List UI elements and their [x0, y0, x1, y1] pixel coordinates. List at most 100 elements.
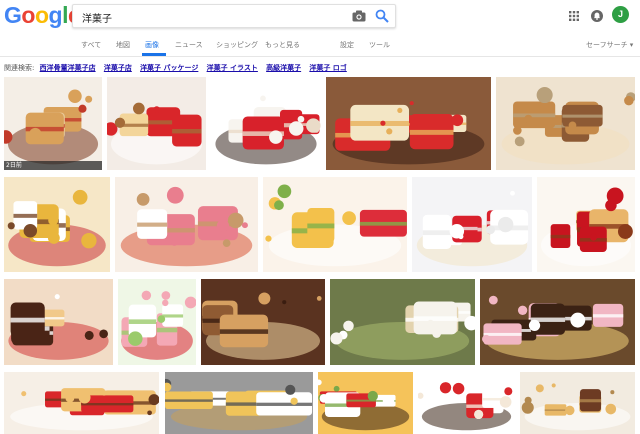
topping-shape [48, 215, 59, 226]
image-thumbnail [10, 388, 159, 431]
topping-shape [514, 136, 525, 147]
topping-shape [319, 393, 329, 403]
image-thumbnail [7, 189, 106, 267]
topping-shape [72, 189, 88, 205]
topping-shape [499, 396, 512, 408]
image-result-donuts[interactable] [480, 279, 635, 365]
topping-shape [241, 222, 248, 229]
tab-all[interactable]: すべて [81, 40, 101, 50]
image-thumbnail [215, 95, 321, 165]
image-result-petit-cakes-many[interactable] [4, 177, 110, 272]
notifications-bell-icon[interactable] [591, 10, 603, 22]
topping-shape [513, 126, 522, 135]
related-chip[interactable]: 洋菓子 ロゴ [309, 64, 346, 72]
topping-shape [47, 231, 60, 244]
pastry-layer [165, 399, 213, 402]
topping-shape [81, 232, 97, 249]
topping-shape [617, 224, 633, 239]
header: Google 洋菓子 J [0, 0, 640, 33]
related-chip[interactable]: 洋菓子 パッケージ [140, 64, 198, 72]
image-result-baked-cookies[interactable] [496, 77, 635, 170]
search-box[interactable]: 洋菓子 [72, 4, 396, 28]
tab-shopping[interactable]: ショッピング [216, 40, 258, 50]
logo-letter: g [48, 2, 63, 28]
tab-news[interactable]: ニュース [175, 40, 203, 50]
image-result-birthday-cake[interactable] [318, 372, 413, 434]
topping-shape [524, 114, 533, 124]
search-input[interactable]: 洋菓子 [82, 10, 112, 25]
tab-maps[interactable]: 地図 [116, 40, 130, 50]
pastry-layer [592, 314, 624, 318]
topping-shape [277, 184, 292, 199]
image-thumbnail [265, 184, 407, 267]
topping-shape [162, 299, 169, 307]
related-chip[interactable]: 高級洋菓子 [266, 64, 301, 72]
safesearch-toggle[interactable]: セーフサーチ ▾ [586, 40, 633, 50]
related-chip[interactable]: 洋菓子 イラスト [207, 64, 258, 72]
image-thumbnail [501, 86, 635, 165]
pastry-layer [128, 319, 157, 324]
topping-shape [570, 312, 586, 328]
image-result-pastry-assortment[interactable]: 2日前 [4, 77, 102, 170]
time-badge: 2日前 [4, 161, 102, 170]
topping-shape [535, 384, 544, 393]
search-icon[interactable] [375, 9, 389, 23]
image-result-roll-cake[interactable] [4, 372, 159, 434]
image-result-strawberry-tart[interactable] [107, 77, 206, 170]
topping-shape [528, 319, 541, 332]
image-thumbnail [540, 187, 633, 267]
topping-shape [449, 224, 465, 239]
image-result-chocolate-slices[interactable] [4, 279, 113, 365]
pastry-layer [172, 128, 202, 134]
related-chip[interactable]: 西洋骨董洋菓子店 [40, 64, 96, 72]
image-thumbnail [202, 292, 322, 360]
topping-shape [21, 391, 27, 397]
image-result-castella-cubes[interactable] [165, 372, 313, 434]
topping-shape [274, 200, 284, 211]
google-logo[interactable]: Google [4, 2, 81, 28]
topping-shape [504, 387, 513, 396]
topping-shape [141, 290, 152, 301]
topping-shape [290, 397, 298, 405]
topping-shape [451, 114, 464, 127]
image-result-fruit-torte[interactable] [326, 77, 491, 170]
pastry-layer [579, 399, 602, 403]
image-result-shortcake-slice[interactable] [412, 177, 532, 272]
pastry-layer [137, 222, 168, 227]
topping-shape [171, 239, 178, 246]
image-result-mixed-cakes-fruit[interactable] [263, 177, 407, 272]
topping-shape [99, 329, 108, 339]
pastry-layer [81, 403, 134, 406]
pastry-layer [10, 317, 45, 323]
image-result-strawberry-layer[interactable] [118, 279, 196, 365]
image-result-strawberry-cups[interactable] [418, 372, 515, 434]
topping-shape [418, 392, 424, 399]
topping-shape [258, 292, 271, 305]
topping-shape [318, 379, 322, 386]
image-result-souffle-pancakes[interactable] [330, 279, 475, 365]
topping-shape [136, 193, 150, 206]
image-result-red-tart-slice[interactable] [537, 177, 635, 272]
image-result-pound-cake[interactable] [520, 372, 635, 434]
image-thumbnail [318, 379, 410, 431]
tab-images[interactable]: 画像 [145, 40, 159, 50]
tab-settings[interactable]: 設定 [340, 40, 354, 50]
account-avatar[interactable]: J [612, 6, 629, 23]
tab-more[interactable]: もっと見る [265, 40, 300, 50]
image-result-strawberry-cake-white[interactable] [211, 77, 321, 170]
topping-shape [29, 127, 42, 140]
image-result-petit-fours-pink[interactable] [115, 177, 258, 272]
topping-shape [606, 187, 624, 205]
topping-shape [605, 403, 617, 415]
pastry-layer [409, 129, 454, 135]
tab-tools[interactable]: ツール [369, 40, 390, 50]
related-chip[interactable]: 洋菓子店 [104, 64, 132, 72]
topping-shape [482, 334, 491, 344]
apps-grid-icon[interactable] [569, 11, 579, 21]
topping-shape [367, 390, 378, 402]
image-result-cookie-box[interactable] [201, 279, 325, 365]
topping-shape [510, 190, 515, 196]
logo-letter: G [4, 2, 22, 28]
related-searches: 関連検索: 西洋骨董洋菓子店 洋菓子店 洋菓子 パッケージ 洋菓子 イラスト 高… [4, 63, 353, 75]
camera-icon[interactable] [352, 10, 366, 22]
